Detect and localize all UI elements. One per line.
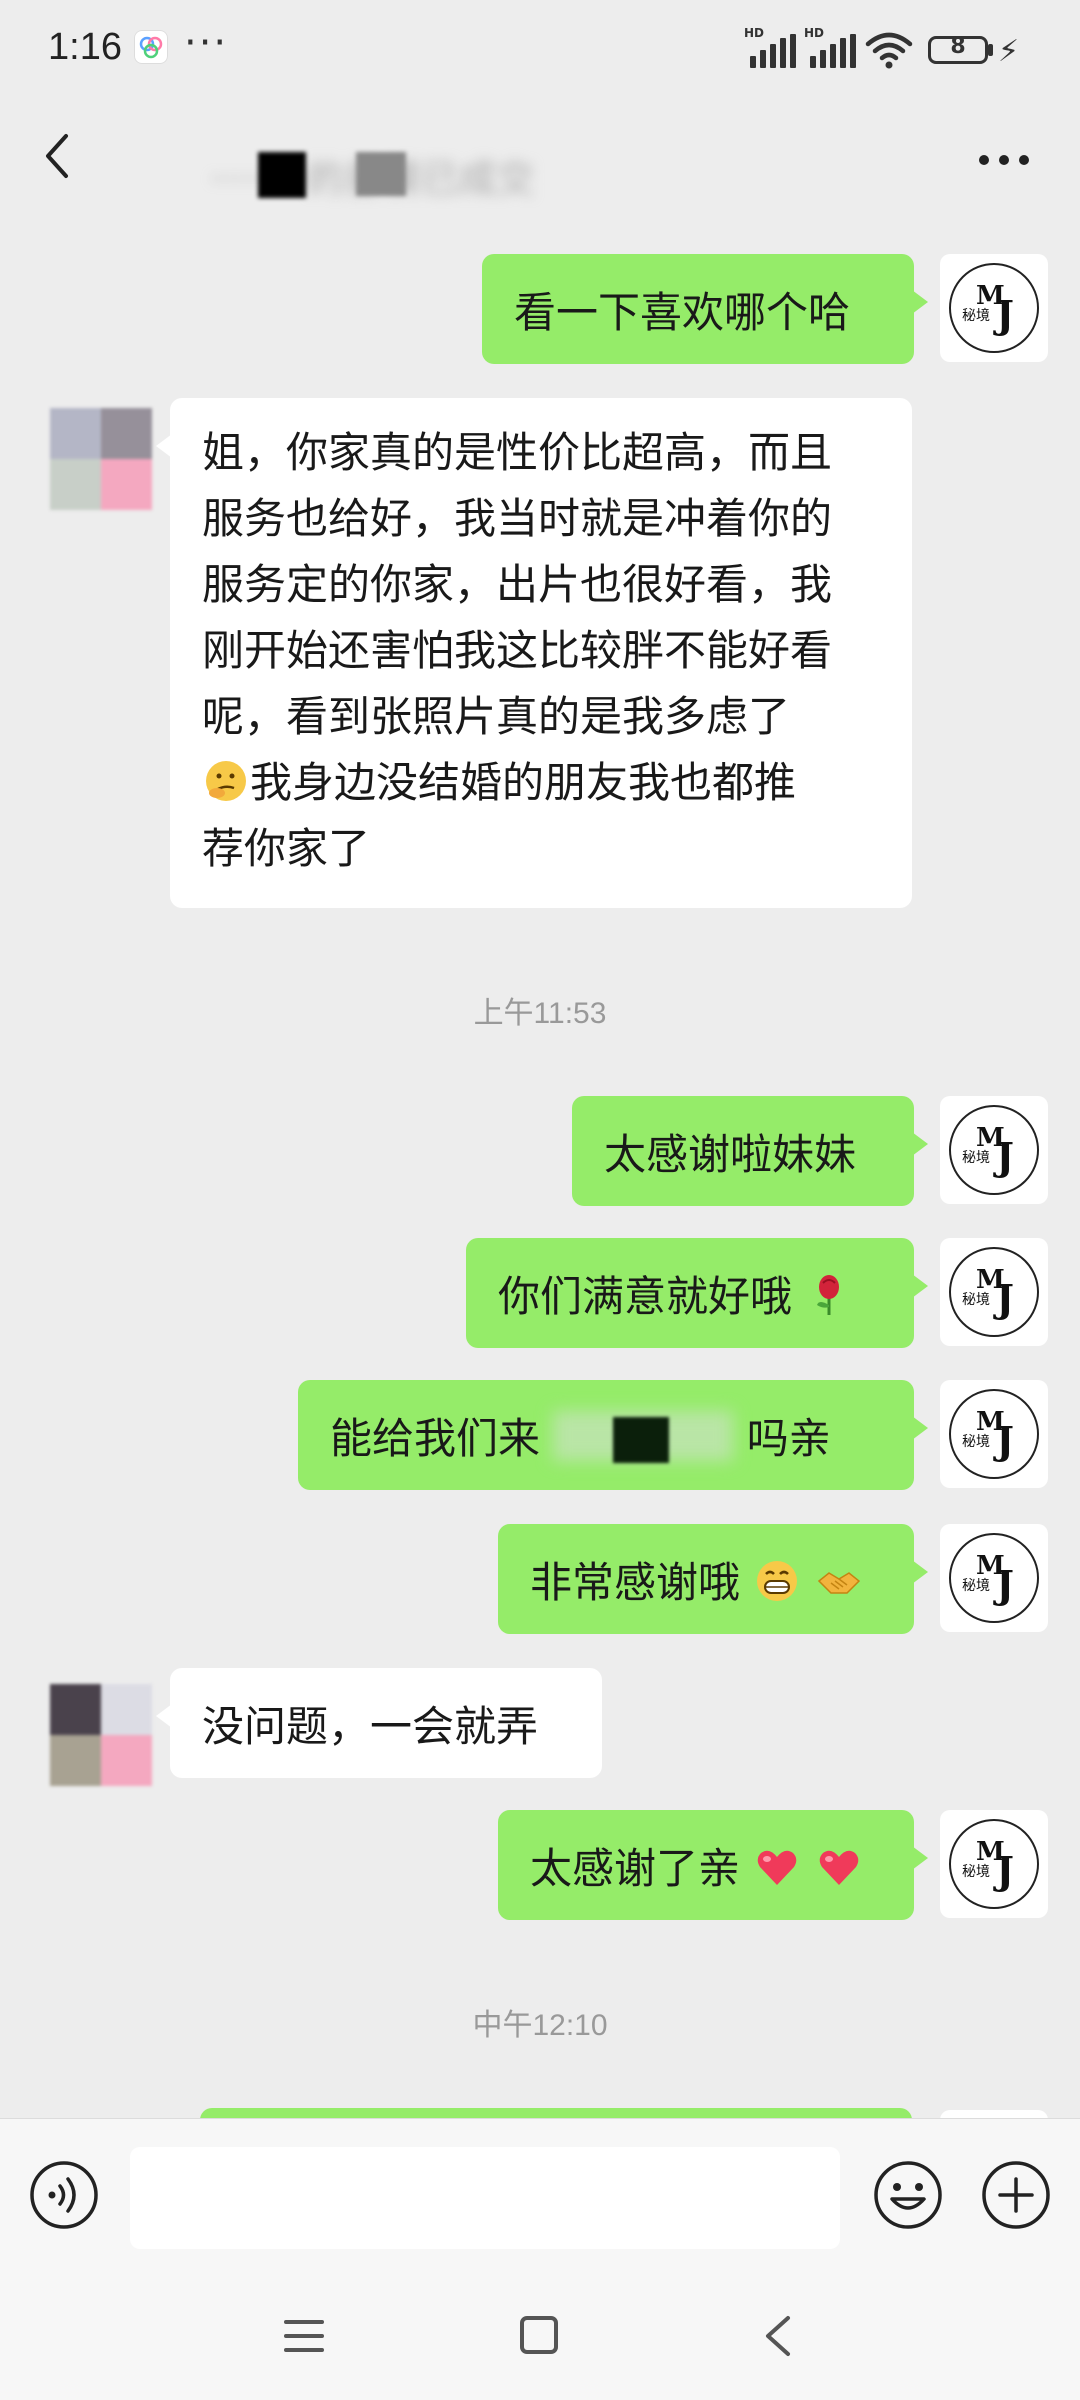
message-text: 没问题，一会就弄 (202, 1702, 539, 1751)
message-text: 能给我们来 (330, 1414, 541, 1463)
wifi-icon (865, 32, 913, 69)
home-icon[interactable] (518, 2314, 560, 2356)
notification-more-icon: ··· (184, 20, 229, 66)
message-text: 看一下喜欢哪个哈 (514, 288, 851, 337)
system-navigation-bar (0, 2278, 1080, 2400)
red-heart-icon (758, 1850, 797, 1885)
message-bubble-sent[interactable]: 非常感谢哦 (498, 1524, 928, 1634)
more-functions-plus-icon[interactable] (980, 2159, 1052, 2231)
message-input[interactable] (130, 2147, 840, 2249)
signal-icon-1: HD (744, 26, 798, 68)
back-icon[interactable] (38, 126, 78, 186)
chat-header: ········的星模已成交 (0, 100, 1080, 220)
more-options-icon[interactable] (976, 152, 1032, 168)
thinking-face-icon (206, 761, 246, 801)
message-line: 荐你家了 (202, 824, 371, 873)
message-bubble-received[interactable]: 没问题，一会就弄 (156, 1668, 602, 1778)
svg-text:秘境: 秘境 (962, 1578, 990, 1594)
input-bar (0, 2118, 1080, 2279)
message-bubble-sent[interactable]: 太感谢啦妹妹 (572, 1096, 928, 1206)
redaction-block (258, 152, 306, 198)
svg-text:J: J (993, 1562, 1014, 1607)
system-back-icon[interactable] (758, 2312, 798, 2360)
signal-icon-2: HD (804, 26, 858, 68)
grinning-face-icon (757, 1561, 798, 1601)
redaction-block (553, 1411, 734, 1463)
app-notification-icon (134, 30, 168, 64)
message-line: 姐，你家真的是性价比超高，而且 (202, 428, 833, 477)
redaction-block (356, 152, 406, 196)
message-bubble-sent[interactable]: 看一下喜欢哪个哈 (482, 254, 928, 364)
message-text: 太感谢啦妹妹 (604, 1130, 857, 1179)
svg-text:秘境: 秘境 (962, 1864, 990, 1880)
message-bubble-sent[interactable]: 能给我们来 吗亲 (298, 1380, 928, 1490)
my-avatar[interactable]: M J 秘境 (940, 1380, 1048, 1488)
message-text: 吗亲 (746, 1414, 831, 1463)
svg-text:秘境: 秘境 (962, 308, 990, 324)
chat-title: ········的星模已成交 (210, 148, 860, 201)
message-list[interactable]: 看一下喜欢哪个哈 M J 秘境 姐，你家真的是性价比超高，而且 服务也给好，我当… (0, 220, 1080, 2120)
status-time: 1:16 (48, 26, 122, 68)
battery-level: 8 (950, 34, 966, 59)
timestamp: 上午11:53 (473, 997, 607, 1030)
message-bubble-sent[interactable]: 太感谢了亲 (498, 1810, 928, 1920)
message-line: 我身边没结婚的朋友我也都推 (202, 750, 880, 816)
message-line: 服务也给好，我当时就是冲着你的 (202, 494, 833, 543)
svg-text:J: J (993, 1134, 1014, 1179)
svg-text:秘境: 秘境 (962, 1292, 990, 1308)
message-text: 你们满意就好哦 (498, 1272, 793, 1321)
rose-icon (817, 1275, 840, 1315)
message-line: 呢，看到张照片真的是我多虑了 (202, 692, 791, 741)
my-avatar[interactable]: M J 秘境 (940, 1524, 1048, 1632)
handshake-icon (817, 1572, 860, 1594)
message-bubble-received[interactable]: 姐，你家真的是性价比超高，而且 服务也给好，我当时就是冲着你的 服务定的你家，出… (156, 398, 912, 908)
my-avatar[interactable]: M J 秘境 (940, 1810, 1048, 1918)
status-bar: 1:16 ··· HD HD 8 ⚡ (0, 0, 1080, 100)
message-text: 非常感谢哦 (530, 1558, 741, 1607)
svg-text:J: J (993, 1848, 1014, 1893)
my-avatar[interactable]: M J 秘境 (940, 1238, 1048, 1346)
message-line: 刚开始还害怕我这比较胖不能好看 (202, 626, 833, 675)
charging-icon: ⚡ (998, 34, 1020, 69)
svg-text:J: J (993, 292, 1014, 337)
timestamp: 中午12:10 (472, 2009, 608, 2042)
contact-avatar[interactable] (50, 1684, 152, 1786)
svg-text:J: J (993, 1276, 1014, 1321)
svg-text:秘境: 秘境 (962, 1434, 990, 1450)
contact-avatar[interactable] (50, 408, 152, 510)
message-bubble-sent[interactable]: 你们满意就好哦 (466, 1238, 928, 1348)
emoji-picker-icon[interactable] (872, 2159, 944, 2231)
recent-apps-icon[interactable] (282, 2314, 326, 2358)
svg-text:J: J (993, 1418, 1014, 1463)
message-text: 太感谢了亲 (530, 1844, 741, 1893)
message-line: 服务定的你家，出片也很好看，我 (202, 560, 833, 609)
voice-input-icon[interactable] (28, 2159, 100, 2231)
red-heart-icon (819, 1850, 859, 1885)
my-avatar[interactable]: M J 秘境 (940, 1096, 1048, 1204)
my-avatar[interactable]: M J 秘境 (940, 254, 1048, 362)
svg-text:秘境: 秘境 (962, 1150, 990, 1166)
